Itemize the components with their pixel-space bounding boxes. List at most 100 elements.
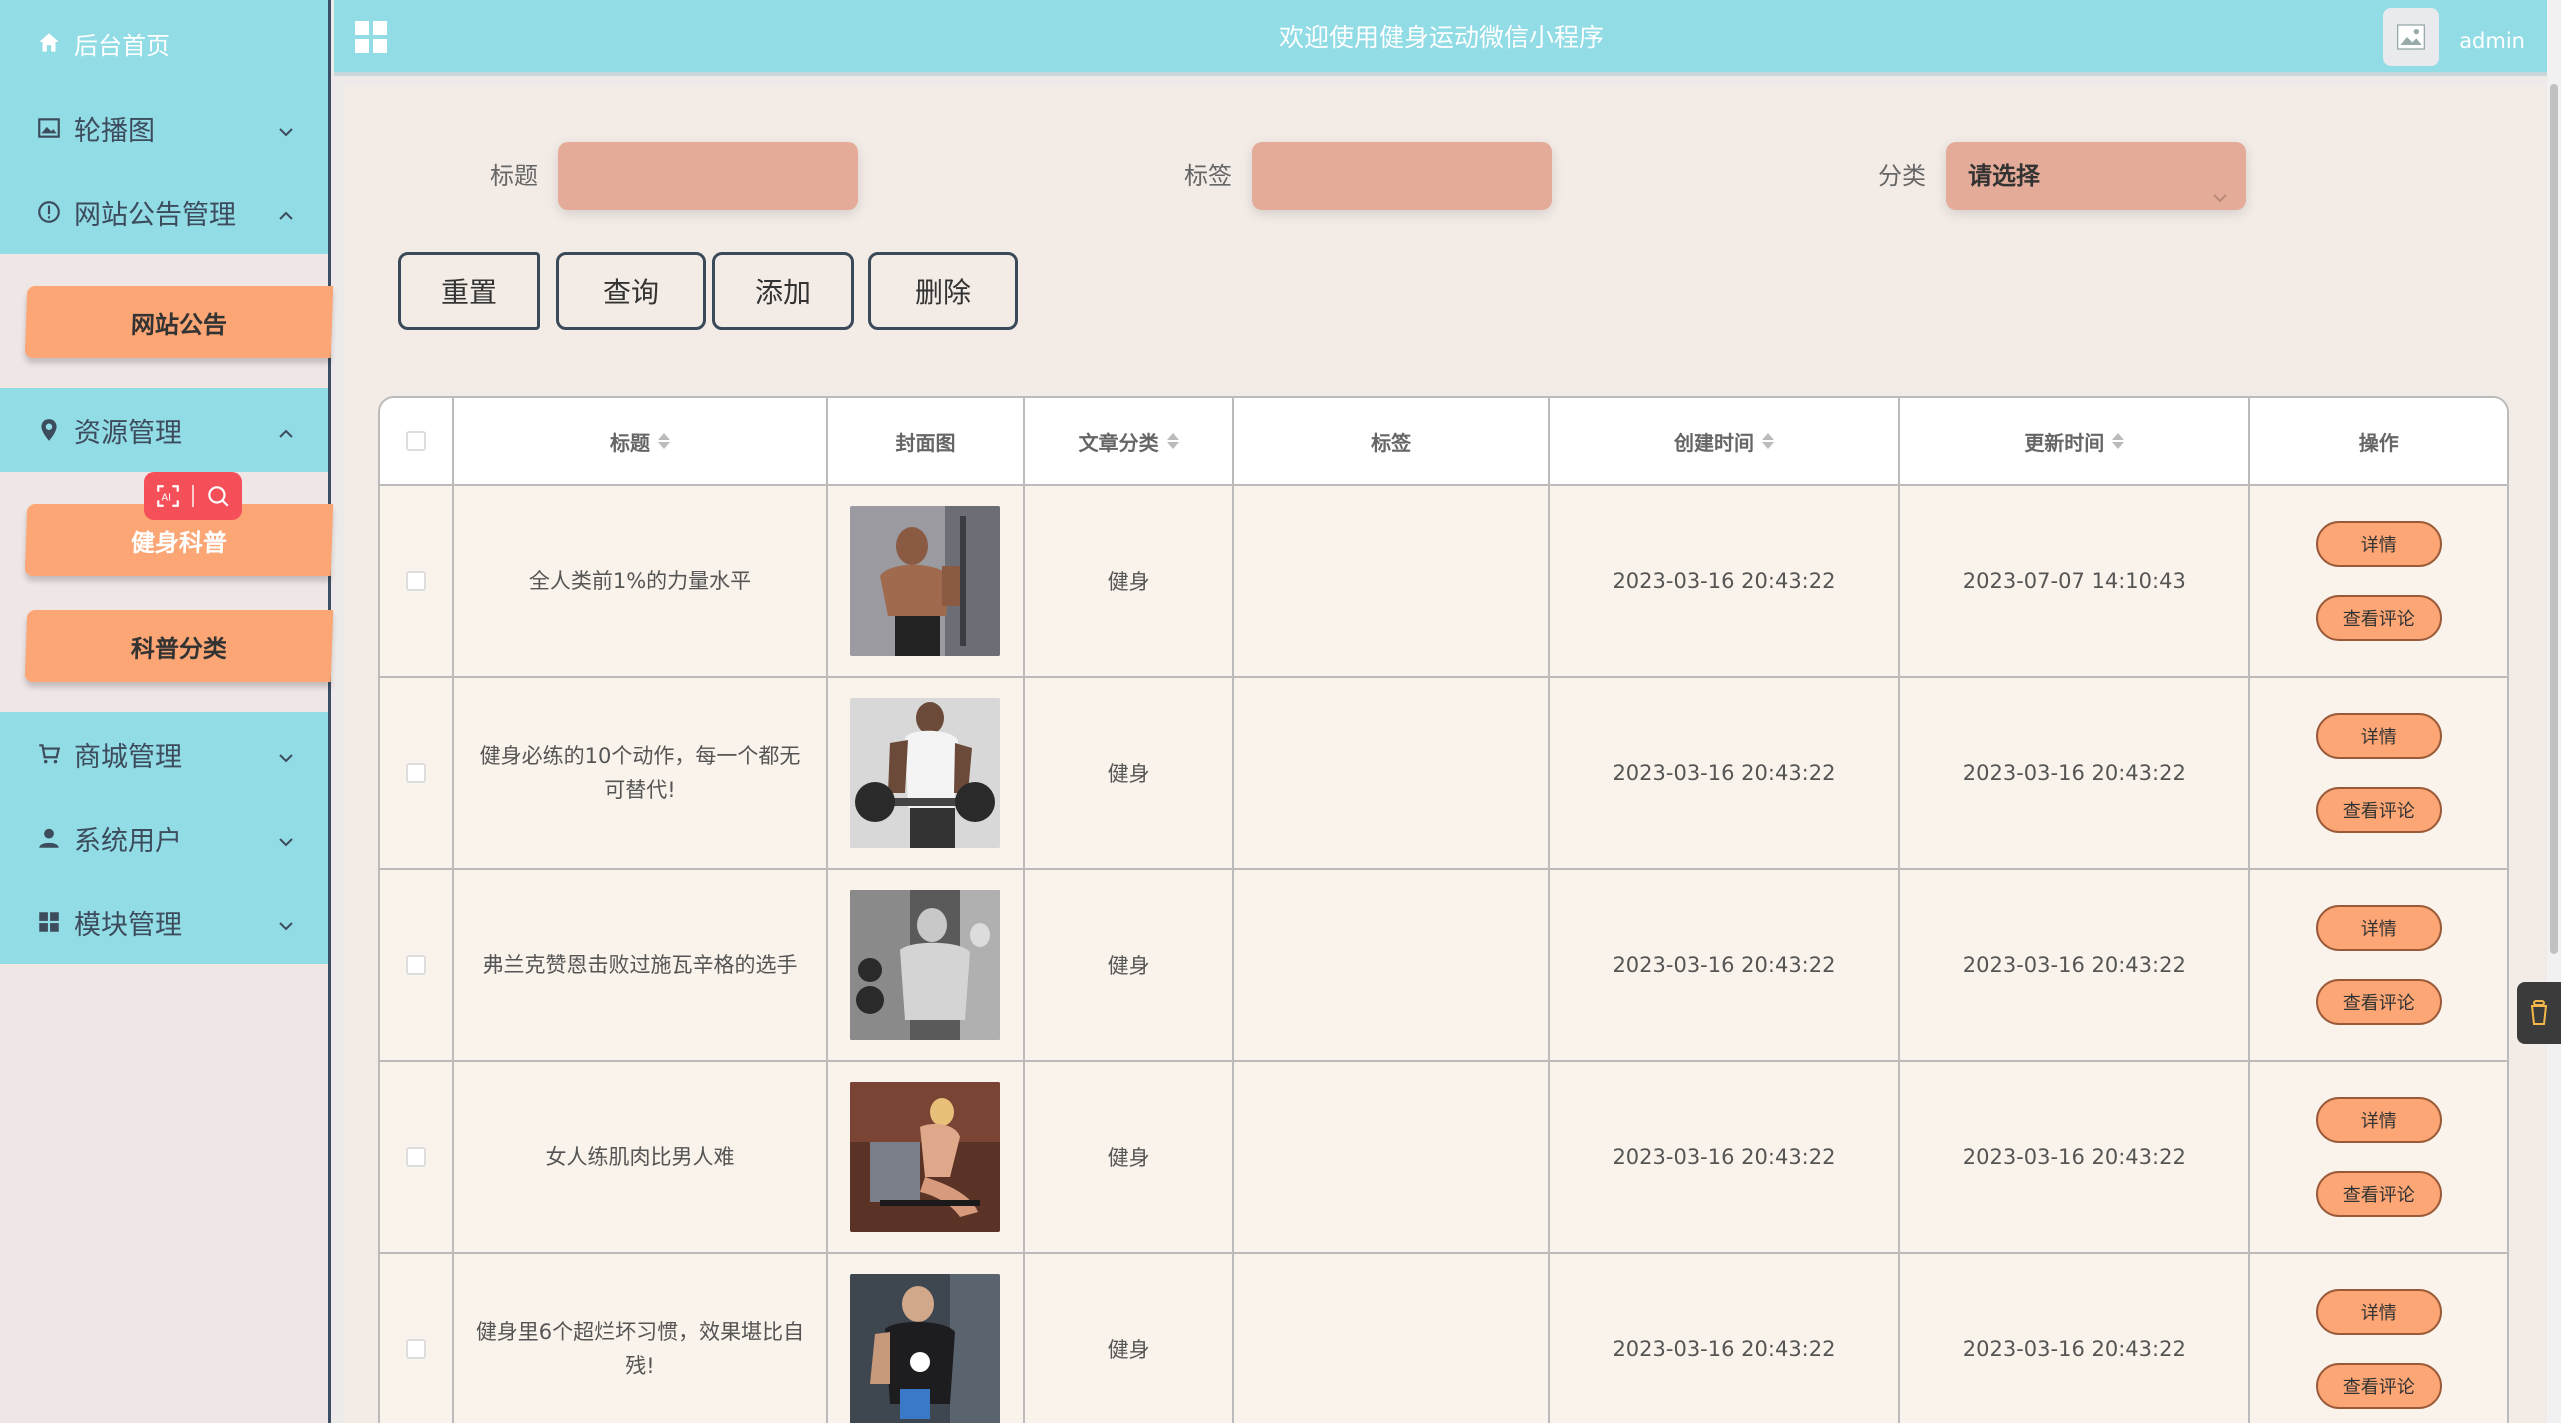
sidebar-item-carousel[interactable]: 轮播图 [0, 86, 328, 170]
cover-image[interactable] [850, 698, 1001, 848]
chevron-down-icon [276, 828, 296, 848]
title-cell: 全人类前1%的力量水平 [453, 486, 829, 678]
ai-ocr-icon[interactable]: AI [155, 483, 181, 509]
row-title: 健身必练的10个动作，每一个都无可替代! [479, 744, 801, 802]
sidebar-item-system-users[interactable]: 系统用户 [0, 796, 328, 880]
page-scrollbar[interactable] [2547, 0, 2561, 1423]
row-title: 弗兰克赞恩击败过施瓦辛格的选手 [482, 953, 798, 977]
column-header-label: 标题 [610, 430, 650, 455]
detail-button[interactable]: 详情 [2315, 1289, 2442, 1335]
scrollbar-thumb[interactable] [2550, 84, 2558, 954]
column-header-label: 更新时间 [2024, 430, 2105, 455]
delete-button[interactable]: 删除 [868, 252, 1018, 330]
column-header-title[interactable]: 标题 [453, 398, 829, 486]
tag-label: 标签 [1184, 162, 1232, 190]
query-button[interactable]: 查询 [556, 252, 706, 330]
column-header-updated[interactable]: 更新时间 [1900, 398, 2251, 486]
column-header-actions: 操作 [2250, 398, 2507, 486]
sidebar-bottom-block: 商城管理 系统用户 模块管理 [0, 712, 328, 964]
reset-button[interactable]: 重置 [398, 252, 540, 330]
sidebar-subitem-science-category[interactable]: 科普分类 [24, 610, 334, 682]
row-select-cell [380, 678, 454, 870]
sidebar-item-resource-mgmt[interactable]: 资源管理 [0, 388, 328, 472]
select-all-cell [380, 398, 454, 486]
cover-image[interactable] [850, 1274, 1001, 1423]
detail-button[interactable]: 详情 [2315, 1097, 2442, 1143]
sidebar-item-home[interactable]: 后台首页 [0, 0, 328, 86]
column-header-label: 封面图 [895, 430, 956, 455]
avatar[interactable] [2383, 8, 2439, 66]
table-header-row: 标题 封面图 文章分类 标签 创建时间 更新时间 操作 [380, 398, 2507, 486]
created-cell: 2023-03-16 20:43:22 [1549, 870, 1901, 1062]
sidebar-item-label: 网站公告管理 [74, 199, 236, 231]
column-header-created[interactable]: 创建时间 [1549, 398, 1901, 486]
home-icon [36, 30, 62, 56]
actions-cell: 详情 查看评论 [2250, 1062, 2507, 1254]
detail-button[interactable]: 详情 [2315, 713, 2442, 759]
cover-image[interactable] [850, 890, 1001, 1040]
updated-cell: 2023-03-16 20:43:22 [1900, 678, 2251, 870]
chevron-down-icon [276, 744, 296, 764]
chevron-down-icon [2210, 166, 2230, 203]
text-selection-toolbar: AI [144, 472, 242, 520]
sort-icon [2112, 432, 2125, 450]
created-cell: 2023-03-16 20:43:22 [1549, 1062, 1901, 1254]
row-checkbox[interactable] [405, 1339, 426, 1359]
view-comments-button[interactable]: 查看评论 [2315, 1171, 2442, 1217]
tag-input[interactable] [1252, 142, 1552, 210]
sidebar-top-block: 后台首页 轮播图 网站公告管理 [0, 0, 328, 254]
add-button[interactable]: 添加 [712, 252, 854, 330]
floating-side-widget[interactable] [2517, 982, 2561, 1044]
table-row: 全人类前1%的力量水平 健身 2023-03-16 20:43:22 2023-… [380, 486, 2507, 678]
sidebar-item-announcement-mgmt[interactable]: 网站公告管理 [0, 170, 328, 254]
title-input[interactable] [558, 142, 858, 210]
category-select-value: 请选择 [1968, 162, 2040, 190]
sidebar-subitem-announcement[interactable]: 网站公告 [24, 286, 334, 358]
sidebar-item-shop-mgmt[interactable]: 商城管理 [0, 712, 328, 796]
sort-icon [658, 432, 670, 450]
sidebar: 后台首页 轮播图 网站公告管理 网站公告 资源管理 健身科普 科普分类 商城管理… [0, 0, 334, 1423]
detail-button[interactable]: 详情 [2315, 521, 2442, 567]
created-cell: 2023-03-16 20:43:22 [1549, 678, 1901, 870]
username[interactable]: admin [2459, 0, 2525, 82]
column-header-cover: 封面图 [828, 398, 1025, 486]
category-select[interactable]: 请选择 [1946, 142, 2246, 210]
column-header-label: 文章分类 [1078, 430, 1159, 455]
info-circle-icon [36, 199, 62, 225]
cart-icon [36, 741, 62, 767]
created-cell: 2023-03-16 20:43:22 [1550, 1254, 1901, 1423]
created-cell: 2023-03-16 20:43:22 [1549, 486, 1901, 678]
view-comments-button[interactable]: 查看评论 [2315, 979, 2442, 1025]
row-select-cell [380, 1254, 454, 1423]
sidebar-item-label: 模块管理 [74, 909, 182, 941]
actions-cell: 详情 查看评论 [2250, 486, 2507, 678]
column-header-tag: 标签 [1234, 398, 1550, 486]
sidebar-subitem-label: 网站公告 [130, 310, 228, 339]
sidebar-item-label: 轮播图 [74, 115, 155, 147]
cover-cell [828, 1062, 1025, 1254]
row-checkbox[interactable] [405, 1147, 426, 1167]
column-header-category[interactable]: 文章分类 [1024, 398, 1235, 486]
table-row: 女人练肌肉比男人难 健身 2023-03-16 20:43:22 2023-03… [380, 1062, 2507, 1254]
row-select-cell [380, 870, 454, 1062]
row-checkbox[interactable] [405, 571, 426, 591]
data-table: 标题 封面图 文章分类 标签 创建时间 更新时间 操作 全人类前1%的力量水平 … [378, 396, 2509, 1423]
view-comments-button[interactable]: 查看评论 [2315, 787, 2442, 833]
row-checkbox[interactable] [405, 955, 426, 975]
sidebar-item-module-mgmt[interactable]: 模块管理 [0, 880, 328, 964]
cover-image[interactable] [850, 506, 1001, 656]
image-icon [36, 115, 62, 141]
search-icon[interactable] [205, 483, 231, 509]
table-row: 健身必练的10个动作，每一个都无可替代! 健身 2023-03-16 20:43… [380, 678, 2507, 870]
category-cell: 健身 [1024, 486, 1235, 678]
svg-text:AI: AI [162, 492, 172, 503]
tag-cell [1234, 486, 1550, 678]
select-all-checkbox[interactable] [405, 431, 426, 451]
row-checkbox[interactable] [405, 763, 426, 783]
chevron-up-icon [276, 420, 296, 440]
row-select-cell [380, 486, 454, 678]
view-comments-button[interactable]: 查看评论 [2315, 595, 2442, 641]
cover-image[interactable] [850, 1082, 1001, 1232]
detail-button[interactable]: 详情 [2315, 905, 2442, 951]
view-comments-button[interactable]: 查看评论 [2315, 1363, 2442, 1409]
